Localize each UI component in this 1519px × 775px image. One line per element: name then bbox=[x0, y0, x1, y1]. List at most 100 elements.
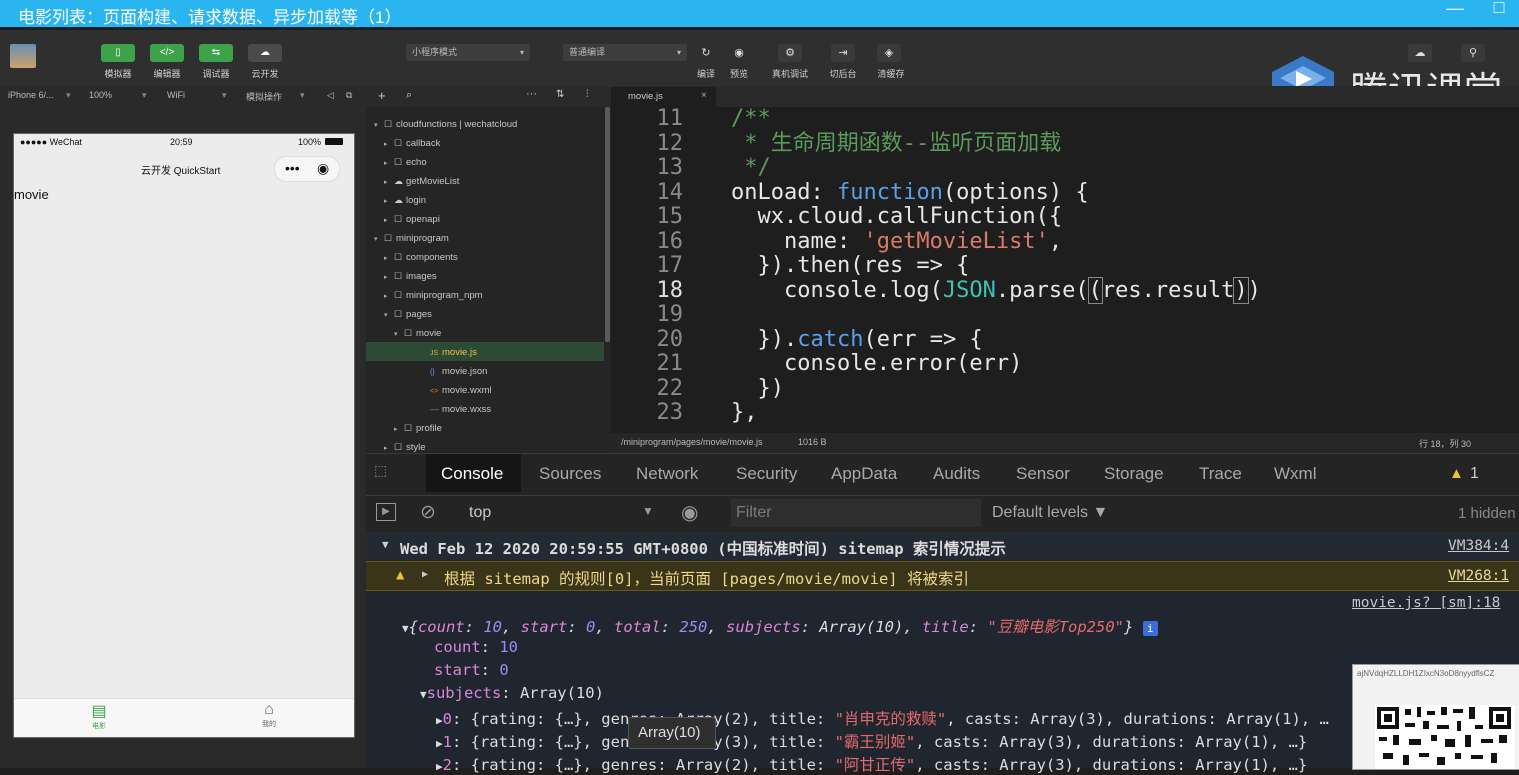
chevron-right-icon[interactable]: ▸ bbox=[384, 192, 394, 211]
clear-console-icon[interactable]: ⊘ bbox=[420, 501, 436, 524]
zoom-select[interactable]: 100% bbox=[89, 90, 112, 100]
list-item[interactable]: ▶1: {rating: {…}, genres: Array(3), titl… bbox=[436, 730, 1307, 752]
warning-icon: ▲ bbox=[396, 567, 405, 583]
refresh-icon[interactable]: ↻ bbox=[694, 44, 718, 62]
log-prop-subjects[interactable]: ▼subjects: Array(10) bbox=[420, 684, 604, 702]
chevron-right-icon[interactable]: ▸ bbox=[384, 268, 394, 287]
eye-icon[interactable]: ◉ bbox=[727, 44, 751, 62]
tab-network[interactable]: Network bbox=[636, 464, 698, 484]
tree-item[interactable]: {} movie.json bbox=[430, 362, 487, 381]
simulator-button[interactable]: ▯ bbox=[101, 44, 135, 62]
cloud-dev-button[interactable]: ☁ bbox=[248, 44, 282, 62]
warning-source-link[interactable]: VM268:1 bbox=[1448, 568, 1509, 584]
tab-trace[interactable]: Trace bbox=[1199, 464, 1242, 484]
tab-storage[interactable]: Storage bbox=[1104, 464, 1164, 484]
sidebar-toggle-icon[interactable]: ▶ bbox=[376, 503, 396, 521]
tree-item[interactable]: ▸ ☐ echo bbox=[384, 153, 427, 172]
chevron-down-icon[interactable]: ▾ bbox=[384, 306, 394, 325]
folder-icon: ☐ bbox=[394, 252, 403, 262]
tree-item[interactable]: JS movie.js bbox=[430, 343, 477, 362]
tab-profile[interactable]: ⌂ 我的 bbox=[254, 701, 284, 735]
debugger-button[interactable]: ⇆ bbox=[199, 44, 233, 62]
log-object-summary[interactable]: ▼{count: 10, start: 0, total: 250, subje… bbox=[402, 615, 1158, 637]
chevron-right-icon[interactable]: ▸ bbox=[384, 173, 394, 192]
tree-item[interactable]: ▾ ☐ pages bbox=[384, 305, 432, 324]
tree-item[interactable]: ▸ ☁ login bbox=[384, 191, 426, 210]
sim-op-select[interactable]: 模拟操作 bbox=[246, 90, 282, 103]
tree-item[interactable]: ▸ ☐ openapi bbox=[384, 210, 440, 229]
warning-icon[interactable]: ▲ bbox=[1449, 465, 1464, 482]
filter-placeholder: Filter bbox=[736, 504, 772, 521]
inspect-icon[interactable]: ⬚ bbox=[374, 462, 387, 479]
device-debug-icon[interactable]: ⚙ bbox=[778, 44, 802, 62]
info-icon[interactable]: i bbox=[1142, 621, 1158, 636]
more-icon[interactable]: ••• bbox=[285, 160, 300, 176]
chevron-right-icon[interactable]: ▸ bbox=[384, 211, 394, 230]
maximize-icon[interactable]: □ bbox=[1488, 0, 1510, 19]
detach-icon[interactable]: ⧉ bbox=[346, 90, 352, 101]
network-select[interactable]: WiFi bbox=[167, 90, 185, 100]
tree-item[interactable]: ▸ ☁ getMovieList bbox=[384, 172, 459, 191]
tree-scrollbar[interactable] bbox=[605, 107, 610, 342]
filter-input[interactable]: Filter bbox=[731, 499, 981, 527]
tab-sensor[interactable]: Sensor bbox=[1016, 464, 1070, 484]
list-item[interactable]: ▶0: {rating: {…}, genres: Array(2), titl… bbox=[436, 707, 1329, 729]
tab-sources[interactable]: Sources bbox=[539, 464, 601, 484]
code-editor[interactable]: 11 12 13 14 15 16 17 18 19 20 21 22 23 /** * 生命周期函数-… bbox=[611, 107, 1519, 433]
tree-item[interactable]: ▾ ☐ miniprogram bbox=[374, 229, 449, 248]
tree-item[interactable]: ▸ ☐ components bbox=[384, 248, 458, 267]
background-icon[interactable]: ⇥ bbox=[831, 44, 855, 62]
avatar[interactable] bbox=[10, 44, 36, 68]
eye-icon[interactable]: ◉ bbox=[681, 500, 698, 525]
tree-item[interactable]: ▸ ☐ miniprogram_npm bbox=[384, 286, 483, 305]
add-icon[interactable]: + bbox=[378, 88, 386, 103]
tree-item[interactable]: ▾ ☐ movie bbox=[394, 324, 441, 343]
tree-item[interactable]: ▸ ☐ profile bbox=[394, 419, 442, 438]
editor-button[interactable]: </> bbox=[150, 44, 184, 62]
tab-movie[interactable]: ▤ 电影 bbox=[84, 701, 114, 735]
levels-select[interactable]: Default levels ▼ bbox=[992, 504, 1108, 522]
collapse-icon[interactable]: ⇅ bbox=[556, 89, 564, 100]
editor-tab[interactable]: movie.js × bbox=[611, 87, 716, 107]
tab-console[interactable]: Console bbox=[441, 464, 503, 484]
chevron-down-icon[interactable]: ▾ bbox=[374, 116, 384, 135]
tab-audits[interactable]: Audits bbox=[933, 464, 980, 484]
mode-select[interactable]: 小程序模式 ▾ bbox=[406, 44, 530, 61]
console-output[interactable]: ▼ Wed Feb 12 2020 20:59:55 GMT+0800 (中国标… bbox=[366, 532, 1519, 774]
context-select[interactable]: top bbox=[469, 504, 491, 522]
chevron-right-icon[interactable]: ▸ bbox=[384, 154, 394, 173]
group-source-link[interactable]: VM384:4 bbox=[1448, 538, 1509, 554]
tab-appdata[interactable]: AppData bbox=[831, 464, 897, 484]
compile-select[interactable]: 普通编译 ▾ bbox=[563, 44, 687, 61]
chevron-right-icon[interactable]: ▸ bbox=[384, 135, 394, 154]
warning-row[interactable]: ▲ ▶ 根据 sitemap 的规则[0]，当前页面 [pages/movie/… bbox=[366, 561, 1519, 591]
close-icon[interactable]: ◉ bbox=[317, 160, 329, 177]
cloud-icon: ☁ bbox=[394, 195, 403, 205]
chevron-down-icon: ▾ bbox=[222, 90, 227, 100]
chevron-down-icon[interactable]: ▾ bbox=[374, 230, 384, 249]
tree-item[interactable]: ▾ ☐ cloudfunctions | wechatcloud bbox=[374, 115, 517, 134]
more-icon[interactable]: ··· bbox=[526, 88, 537, 100]
phone-screen[interactable]: ●●●●● WeChat 20:59 100% 云开发 QuickStart •… bbox=[13, 133, 355, 738]
chevron-down-icon[interactable]: ▾ bbox=[394, 325, 404, 344]
log-source-link[interactable]: movie.js? [sm]:18 bbox=[1352, 595, 1500, 611]
tab-wxml[interactable]: Wxml bbox=[1274, 464, 1316, 484]
clear-cache-icon[interactable]: ◈ bbox=[877, 44, 901, 62]
tree-item[interactable]: ▸ ☐ images bbox=[384, 267, 437, 286]
close-icon[interactable]: × bbox=[701, 90, 707, 101]
tree-item[interactable]: — movie.wxss bbox=[430, 400, 491, 419]
minimize-icon[interactable]: — bbox=[1444, 0, 1466, 20]
console-group-header[interactable]: ▼ Wed Feb 12 2020 20:59:55 GMT+0800 (中国标… bbox=[366, 532, 1519, 560]
chevron-right-icon[interactable]: ▸ bbox=[384, 249, 394, 268]
search-icon[interactable]: ⌕ bbox=[406, 89, 412, 102]
split-icon[interactable]: ⫶ bbox=[586, 89, 589, 100]
device-select[interactable]: iPhone 6/... bbox=[8, 90, 54, 100]
chevron-right-icon[interactable]: ▸ bbox=[394, 420, 404, 439]
volume-icon[interactable]: ◁ bbox=[327, 90, 334, 101]
capsule-menu[interactable]: ••• ◉ bbox=[274, 156, 340, 182]
tree-item[interactable]: ▸ ☐ callback bbox=[384, 134, 440, 153]
chevron-right-icon[interactable]: ▸ bbox=[384, 287, 394, 306]
list-item[interactable]: ▶2: {rating: {…}, genres: Array(2), titl… bbox=[436, 753, 1307, 775]
tab-security[interactable]: Security bbox=[736, 464, 797, 484]
tree-item[interactable]: <> movie.wxml bbox=[430, 381, 492, 400]
